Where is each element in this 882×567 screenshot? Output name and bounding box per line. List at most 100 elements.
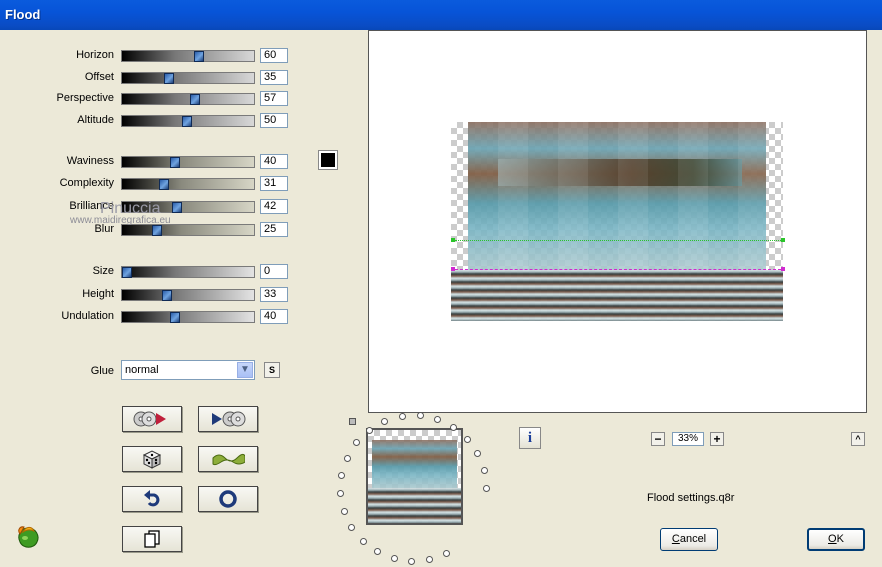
brilliance-slider-thumb[interactable]	[172, 202, 182, 213]
play-backward-button[interactable]	[122, 406, 182, 432]
altitude-line	[455, 269, 781, 270]
complexity-label: Complexity	[59, 177, 114, 189]
blur-value-field[interactable]: 25	[260, 222, 288, 237]
window-title: Flood	[5, 7, 41, 22]
dialog-client: Horizon 60 Offset 35 Perspective 57 Altitude 50…	[0, 30, 882, 567]
glue-label: Glue	[90, 365, 114, 377]
app-logo-icon	[18, 526, 39, 548]
height-value-field[interactable]: 33	[260, 287, 288, 302]
undulation-slider-thumb[interactable]	[170, 312, 180, 323]
navigator-dot[interactable]	[352, 439, 360, 447]
info-button[interactable]: i	[519, 427, 541, 449]
glue-select[interactable]: normal ▼	[121, 360, 255, 380]
altitude-right-marker[interactable]	[781, 267, 785, 271]
ok-label: OK	[828, 533, 844, 545]
offset-slider-thumb[interactable]	[164, 73, 174, 84]
reset-button[interactable]	[198, 486, 258, 512]
undulation-value-field[interactable]: 40	[260, 309, 288, 324]
size-value-field[interactable]: 0	[260, 264, 288, 279]
navigator-handle[interactable]	[349, 418, 356, 425]
collapse-up-button[interactable]: ^	[851, 432, 865, 446]
navigator-thumbnail[interactable]	[366, 428, 463, 525]
wave-icon	[212, 453, 245, 466]
navigator-dot[interactable]	[474, 450, 482, 458]
navigator-dot[interactable]	[338, 471, 346, 479]
ok-button[interactable]: OK	[807, 528, 865, 551]
blur-slider-thumb[interactable]	[152, 225, 162, 236]
thumbnail-source	[372, 440, 457, 488]
color-swatch[interactable]	[318, 150, 338, 170]
offset-slider[interactable]	[121, 72, 255, 84]
size-slider[interactable]	[121, 266, 255, 278]
navigator-dot[interactable]	[337, 489, 345, 497]
horizon-value-field[interactable]: 60	[260, 48, 288, 63]
brilliance-value-field[interactable]: 42	[260, 199, 288, 214]
navigator-dot[interactable]	[398, 412, 406, 420]
undo-button[interactable]	[122, 486, 182, 512]
height-slider-thumb[interactable]	[162, 290, 172, 301]
thumbnail-image	[368, 430, 461, 523]
perspective-value-field[interactable]: 57	[260, 91, 288, 106]
navigator-dot[interactable]	[483, 485, 490, 492]
size-slider-thumb[interactable]	[122, 267, 132, 278]
navigator-dot[interactable]	[463, 435, 471, 443]
thumbnail-reflection	[368, 488, 461, 523]
zoom-value[interactable]: 33%	[672, 432, 704, 446]
height-slider[interactable]	[121, 289, 255, 301]
navigator-dot[interactable]	[434, 416, 442, 424]
perspective-slider-thumb[interactable]	[190, 94, 200, 105]
complexity-slider[interactable]	[121, 178, 255, 190]
disc-play-icon	[133, 411, 166, 427]
wave-button[interactable]	[198, 446, 258, 472]
navigator-dot[interactable]	[359, 537, 367, 545]
glue-s-button[interactable]: S	[264, 362, 280, 378]
waviness-slider[interactable]	[121, 156, 255, 168]
offset-value-field[interactable]: 35	[260, 70, 288, 85]
waviness-slider-thumb[interactable]	[170, 157, 180, 168]
altitude-label: Altitude	[77, 114, 114, 126]
copy-button[interactable]	[122, 526, 182, 552]
navigator-dot[interactable]	[480, 467, 488, 475]
preview-image	[451, 122, 783, 321]
navigator-dot[interactable]	[348, 523, 356, 531]
navigator-dot[interactable]	[426, 556, 434, 564]
navigator-dot[interactable]	[408, 557, 416, 565]
settings-filename: Flood settings.q8r	[647, 492, 735, 504]
glue-value: normal	[125, 364, 159, 376]
preview-panel[interactable]	[368, 30, 867, 413]
title-bar[interactable]: Flood	[0, 0, 882, 30]
preview-source-area	[468, 122, 766, 270]
complexity-value-field[interactable]: 31	[260, 176, 288, 191]
navigator-dot[interactable]	[390, 555, 398, 563]
play-forward-button[interactable]	[198, 406, 258, 432]
navigator-dot[interactable]	[381, 417, 389, 425]
undulation-slider[interactable]	[121, 311, 255, 323]
zoom-in-button[interactable]: +	[710, 432, 724, 446]
navigator-dot[interactable]	[365, 426, 373, 434]
chevron-down-icon[interactable]: ▼	[237, 362, 253, 378]
play-disc-icon	[212, 411, 246, 427]
horizon-slider-thumb[interactable]	[194, 51, 204, 62]
watermark-name: Pinuccia	[100, 200, 161, 217]
random-button[interactable]	[122, 446, 182, 472]
navigator-dot[interactable]	[373, 548, 381, 556]
altitude-value-field[interactable]: 50	[260, 113, 288, 128]
horizon-right-marker[interactable]	[781, 238, 785, 242]
navigator-dot[interactable]	[416, 412, 424, 420]
waviness-label: Waviness	[66, 155, 114, 167]
navigator-dot[interactable]	[443, 550, 451, 558]
altitude-slider[interactable]	[121, 115, 255, 127]
preview-band-stripes	[468, 122, 766, 270]
horizon-slider[interactable]	[121, 50, 255, 62]
cancel-button[interactable]: Cancel	[660, 528, 718, 551]
perspective-slider[interactable]	[121, 93, 255, 105]
watermark: Pinuccia www.maidiregrafica.eu	[70, 200, 171, 226]
copy-icon	[144, 530, 160, 548]
navigator-dot[interactable]	[343, 454, 351, 462]
complexity-slider-thumb[interactable]	[159, 179, 169, 190]
navigator-dot[interactable]	[340, 507, 348, 515]
watermark-url: www.maidiregrafica.eu	[70, 215, 171, 226]
waviness-value-field[interactable]: 40	[260, 154, 288, 169]
zoom-out-button[interactable]: −	[651, 432, 665, 446]
altitude-slider-thumb[interactable]	[182, 116, 192, 127]
